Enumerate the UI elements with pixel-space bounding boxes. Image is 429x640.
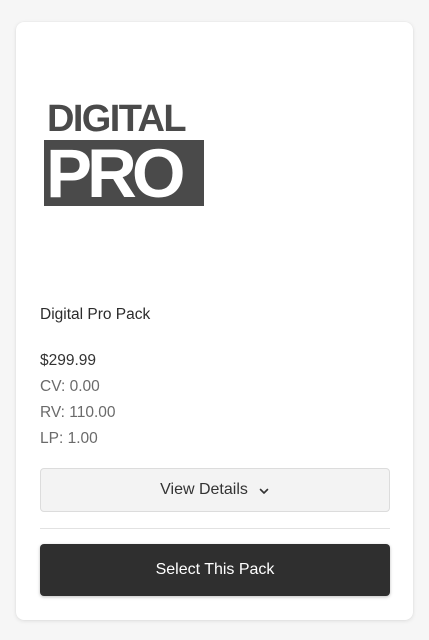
product-price: $299.99 [40,352,97,369]
product-logo: DIGITAL PRO [44,98,204,212]
select-pack-button[interactable]: Select This Pack [40,544,390,596]
logo-bottom-block: PRO [44,135,204,212]
chevron-down-icon [258,484,270,496]
view-details-button[interactable]: View Details [40,468,390,512]
logo-top-text: DIGITAL [47,98,187,140]
select-pack-label: Select This Pack [155,561,275,578]
product-name: Digital Pro Pack [40,306,151,323]
logo-bottom-text: PRO [46,135,186,212]
product-lp: LP: 1.00 [40,430,98,447]
product-cv: CV: 0.00 [40,378,100,395]
view-details-label: View Details [160,481,248,498]
divider [40,528,390,529]
product-rv: RV: 110.00 [40,404,116,421]
product-card: DIGITAL PRO Digital Pro Pack $299.99 CV:… [16,22,413,620]
